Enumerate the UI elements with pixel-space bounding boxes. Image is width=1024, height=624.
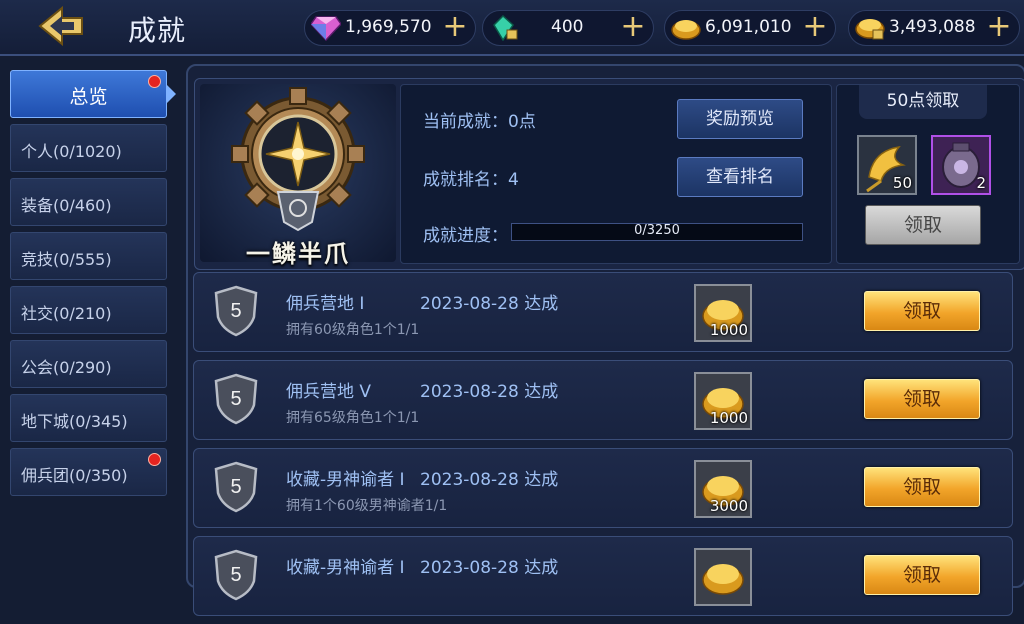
currency-crystal: 400 + (482, 10, 654, 46)
notification-dot (148, 75, 161, 88)
achievement-row: 5 佣兵营地 I 2023-08-28 达成 拥有60级角色1个1/1 1000… (193, 272, 1013, 352)
category-sidebar: 总览 个人(0/1020) 装备(0/460) 竞技(0/555) 社交(0/2… (10, 70, 176, 502)
achievement-date: 2023-08-28 达成 (420, 558, 559, 578)
item-count: 2 (976, 174, 986, 192)
level-shield-icon: 5 (214, 373, 258, 425)
claim-milestone-button[interactable]: 领取 (865, 205, 981, 245)
currency-gold: 6,091,010 + (664, 10, 836, 46)
level-shield-icon: 5 (214, 461, 258, 513)
level-number: 5 (230, 476, 241, 498)
tab-personal[interactable]: 个人(0/1020) (10, 124, 167, 172)
bound-crystal-icon (489, 14, 519, 42)
reward-gold-item[interactable]: 3000 (694, 460, 752, 518)
achievement-desc: 拥有60级角色1个1/1 (286, 322, 420, 338)
page-title: 成就 (128, 14, 187, 47)
tab-equipment[interactable]: 装备(0/460) (10, 178, 167, 226)
tab-label: 总览 (69, 86, 108, 108)
current-points-label: 当前成就：0点 (423, 112, 536, 132)
achievement-date: 2023-08-28 达成 (420, 382, 559, 402)
achievement-list: 5 佣兵营地 I 2023-08-28 达成 拥有60级角色1个1/1 1000… (193, 272, 1013, 624)
tab-overview[interactable]: 总览 (10, 70, 176, 118)
add-diamond-button[interactable]: + (441, 12, 469, 42)
diamond-count: 1,969,570 (345, 17, 432, 37)
currency-diamond: 1,969,570 + (304, 10, 476, 46)
achievement-name: 收藏-男神谕者 I (286, 470, 405, 490)
tab-social[interactable]: 社交(0/210) (10, 286, 167, 334)
achievement-name: 佣兵营地 I (286, 294, 365, 314)
add-gold-button[interactable]: + (801, 12, 829, 42)
crystal-count: 400 (551, 17, 584, 37)
add-bound-gold-button[interactable]: + (985, 12, 1013, 42)
progress-label: 成就进度： (423, 226, 508, 246)
tab-label: 竞技(0/555) (21, 250, 112, 269)
bound-gold-icon (855, 15, 885, 41)
reward-gold-item[interactable]: 1000 (694, 284, 752, 342)
currency-bound-gold: 3,493,088 + (848, 10, 1020, 46)
level-shield-icon: 5 (214, 549, 258, 601)
reward-gold-item[interactable] (694, 548, 752, 606)
reward-count: 1000 (709, 321, 748, 339)
claim-button[interactable]: 领取 (864, 379, 980, 419)
tab-arena[interactable]: 竞技(0/555) (10, 232, 167, 280)
notification-dot (148, 453, 161, 466)
level-number: 5 (230, 300, 241, 322)
gold-icon (671, 15, 701, 41)
achievement-name: 佣兵营地 V (286, 382, 372, 402)
item-count: 50 (892, 174, 912, 192)
level-number: 5 (230, 564, 241, 586)
tab-dungeon[interactable]: 地下城(0/345) (10, 394, 167, 442)
ginkgo-leaf-item[interactable]: 50 (857, 135, 917, 195)
top-bar: 成就 1,969,570 + 400 + 6,091,010 + 3,493,0… (0, 0, 1024, 56)
back-arrow-icon[interactable] (36, 5, 86, 47)
diamond-icon (310, 15, 342, 42)
tab-guild[interactable]: 公会(0/290) (10, 340, 167, 388)
rank-label: 成就排名：4 (423, 170, 519, 190)
achievement-title-name: 一鳞半爪 (246, 240, 350, 268)
reward-preview-button[interactable]: 奖励预览 (677, 99, 803, 139)
bound-gold-count: 3,493,088 (889, 17, 976, 37)
claim-button[interactable]: 领取 (864, 555, 980, 595)
gold-icon (702, 564, 744, 595)
level-number: 5 (230, 388, 241, 410)
reward-count: 3000 (709, 497, 748, 515)
achievement-desc: 拥有1个60级男神谕者1/1 (286, 498, 448, 514)
add-crystal-button[interactable]: + (619, 12, 647, 42)
milestone-reward-box: 50点领取 50 2 领取 (836, 84, 1020, 264)
achievement-info: 当前成就：0点 奖励预览 成就排名：4 查看排名 成就进度： 0/3250 (400, 84, 832, 264)
tab-mercenary[interactable]: 佣兵团(0/350) (10, 448, 167, 496)
view-ranking-button[interactable]: 查看排名 (677, 157, 803, 197)
tab-label: 佣兵团(0/350) (21, 466, 128, 485)
achievement-date: 2023-08-28 达成 (420, 294, 559, 314)
achievement-date: 2023-08-28 达成 (420, 470, 559, 490)
achievement-name: 收藏-男神谕者 I (286, 558, 405, 578)
progress-text: 0/3250 (634, 223, 680, 238)
progress-bar: 0/3250 (511, 223, 803, 241)
reward-gold-item[interactable]: 1000 (694, 372, 752, 430)
reward-count: 1000 (709, 409, 748, 427)
tab-label: 个人(0/1020) (21, 142, 122, 161)
claim-button[interactable]: 领取 (864, 291, 980, 331)
purple-urn-item[interactable]: 2 (931, 135, 991, 195)
achievement-row: 5 收藏-男神谕者 I 2023-08-28 达成 拥有1个60级男神谕者1/1… (193, 448, 1013, 528)
tab-label: 装备(0/460) (21, 196, 112, 215)
claim-button[interactable]: 领取 (864, 467, 980, 507)
milestone-title: 50点领取 (859, 85, 987, 119)
tab-label: 地下城(0/345) (21, 412, 128, 431)
tab-label: 公会(0/290) (21, 358, 112, 377)
achievement-desc: 拥有65级角色1个1/1 (286, 410, 420, 426)
gold-count: 6,091,010 (705, 17, 792, 37)
achievement-row: 5 佣兵营地 V 2023-08-28 达成 拥有65级角色1个1/1 1000… (193, 360, 1013, 440)
achievement-emblem: 一鳞半爪 (200, 84, 396, 268)
level-shield-icon: 5 (214, 285, 258, 337)
tab-label: 社交(0/210) (21, 304, 112, 323)
achievement-row: 5 收藏-男神谕者 I 2023-08-28 达成 领取 (193, 536, 1013, 616)
